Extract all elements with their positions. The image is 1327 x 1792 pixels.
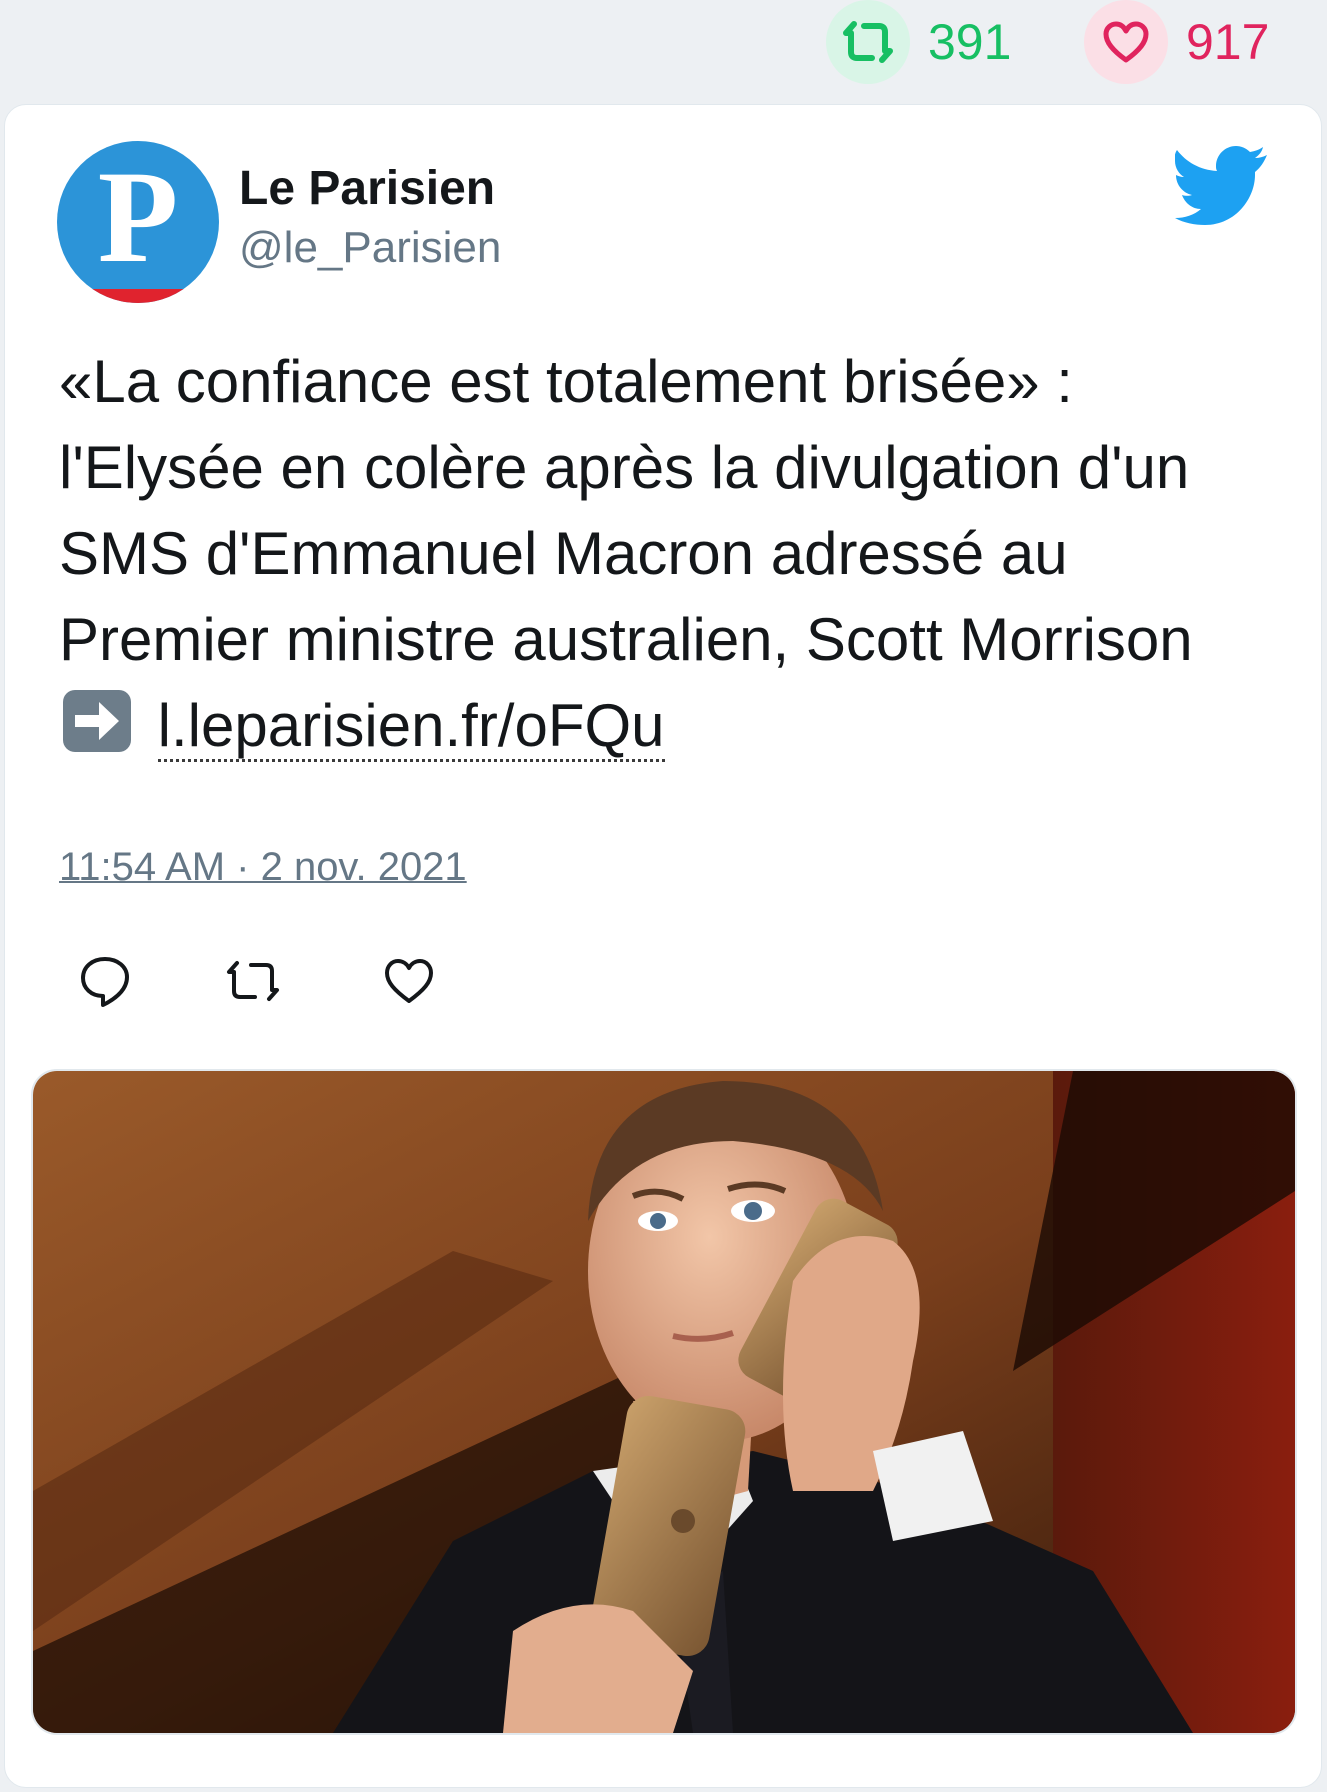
tweet-card[interactable]: P Le Parisien @le_Parisien «La confiance…	[4, 104, 1322, 1788]
photo-man-on-phone	[33, 1071, 1295, 1733]
tweet-timestamp[interactable]: 11:54 AM · 2 nov. 2021	[59, 845, 467, 890]
avatar-stripe	[57, 289, 219, 303]
right-arrow-emoji	[63, 690, 131, 752]
retweet-stat[interactable]: 391	[826, 0, 1011, 84]
tweet-text: «La confiance est totalement brisée» : l…	[59, 339, 1289, 769]
avatar[interactable]: P	[57, 141, 219, 303]
avatar-letter: P	[97, 143, 179, 290]
tweet-body: «La confiance est totalement brisée» : l…	[59, 348, 1193, 673]
retweet-count: 391	[928, 14, 1012, 70]
tweet-stats-bar: 391 917	[0, 0, 1327, 96]
like-count: 917	[1186, 14, 1270, 70]
heart-icon[interactable]	[1084, 0, 1168, 84]
like-icon[interactable]	[381, 953, 437, 1009]
reply-icon[interactable]	[77, 953, 133, 1009]
author-name[interactable]: Le Parisien	[239, 161, 495, 216]
retweet-icon[interactable]	[225, 953, 281, 1009]
tweet-media-image[interactable]	[31, 1069, 1297, 1735]
twitter-bird-icon[interactable]	[1175, 145, 1271, 225]
retweet-icon[interactable]	[826, 0, 910, 84]
author-handle[interactable]: @le_Parisien	[239, 223, 501, 273]
tweet-link[interactable]: l.leparisien.fr/oFQu	[157, 692, 665, 762]
like-stat[interactable]: 917	[1084, 0, 1269, 84]
